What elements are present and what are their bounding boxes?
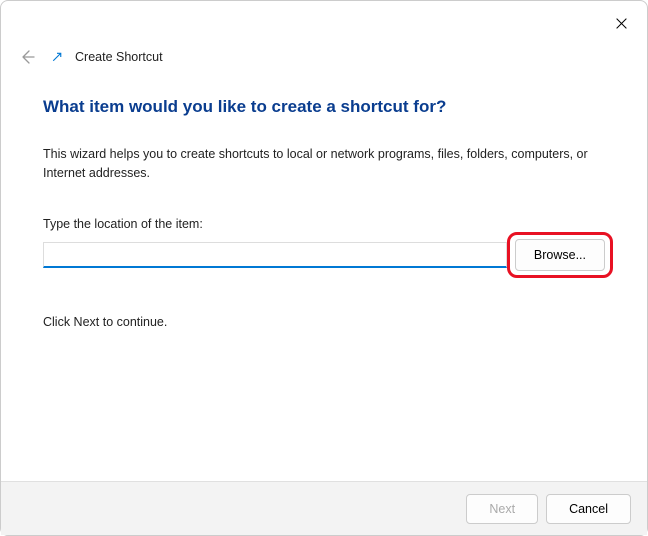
page-heading: What item would you like to create a sho… <box>43 97 605 117</box>
close-button[interactable] <box>607 9 635 37</box>
next-button: Next <box>466 494 538 524</box>
browse-button-label: Browse... <box>534 248 586 262</box>
cancel-button[interactable]: Cancel <box>546 494 631 524</box>
shortcut-icon <box>49 49 65 65</box>
continue-hint: Click Next to continue. <box>43 315 605 329</box>
location-label: Type the location of the item: <box>43 217 605 231</box>
browse-button[interactable]: Browse... <box>515 239 605 271</box>
location-input[interactable] <box>43 242 507 268</box>
description-text: This wizard helps you to create shortcut… <box>43 145 605 183</box>
wizard-title: Create Shortcut <box>75 50 163 64</box>
back-button[interactable] <box>15 45 39 69</box>
